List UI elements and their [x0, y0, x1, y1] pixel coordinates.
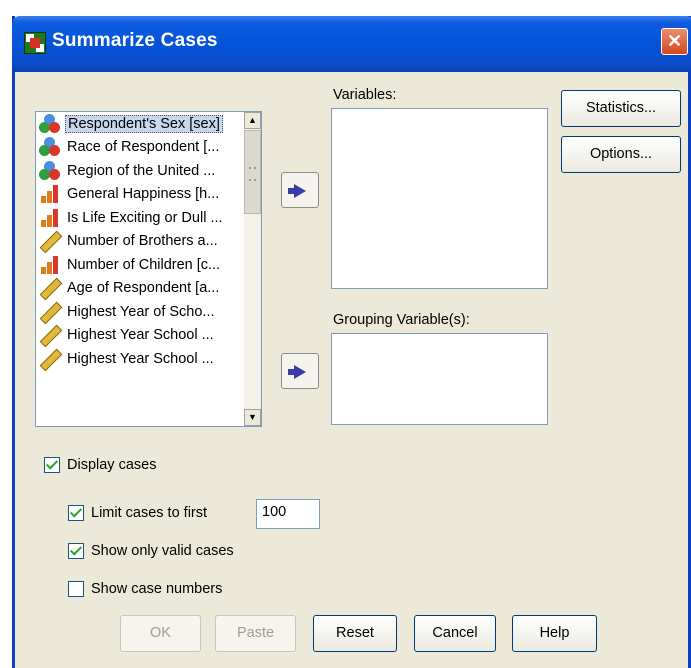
- scroll-up-button[interactable]: ▲: [244, 112, 261, 129]
- grouping-variables-list[interactable]: [331, 333, 548, 425]
- scale-icon: [39, 348, 63, 371]
- variable-list-item[interactable]: Number of Brothers a...: [36, 230, 246, 253]
- display-cases-label: Display cases: [67, 457, 157, 473]
- ok-button[interactable]: OK: [120, 615, 201, 652]
- checkbox-icon: [68, 505, 84, 521]
- variable-label: Race of Respondent [...: [67, 139, 220, 156]
- options-button[interactable]: Options...: [561, 136, 681, 173]
- reset-button[interactable]: Reset: [313, 615, 397, 652]
- ordinal-icon: [39, 184, 61, 204]
- window-title: Summarize Cases: [52, 30, 218, 51]
- variable-list-item[interactable]: Is Life Exciting or Dull ...: [36, 206, 246, 230]
- title-bar[interactable]: Summarize Cases ✕: [12, 16, 691, 72]
- app-icon: [24, 32, 46, 54]
- variable-list-item[interactable]: Highest Year School ...: [36, 324, 246, 347]
- scale-icon: [39, 277, 63, 300]
- move-to-variables-button[interactable]: [281, 172, 319, 208]
- source-variable-list[interactable]: Respondent's Sex [sex] Race of Respondent…: [35, 111, 262, 427]
- scroll-thumb[interactable]: [244, 130, 261, 214]
- ordinal-icon: [39, 255, 61, 275]
- variable-items: Respondent's Sex [sex] Race of Respondent…: [36, 112, 246, 371]
- limit-cases-checkbox[interactable]: Limit cases to first: [68, 505, 207, 521]
- variable-label: General Happiness [h...: [67, 186, 220, 203]
- cancel-button[interactable]: Cancel: [414, 615, 496, 652]
- nominal-icon: [39, 137, 61, 157]
- scroll-down-button[interactable]: ▼: [244, 409, 261, 426]
- help-button[interactable]: Help: [512, 615, 597, 652]
- variable-label: Number of Children [c...: [67, 256, 221, 273]
- vertical-scrollbar[interactable]: ▲ ▼: [244, 112, 261, 426]
- variable-label: Number of Brothers a...: [67, 233, 218, 250]
- app-icon-mark: [30, 38, 40, 48]
- variable-label: Highest Year School ...: [67, 327, 214, 344]
- dialog-body: Respondent's Sex [sex] Race of Respondent…: [15, 72, 688, 668]
- case-numbers-label: Show case numbers: [91, 581, 223, 597]
- grouping-label: Grouping Variable(s):: [333, 312, 470, 328]
- right-arrow-icon: [294, 365, 306, 379]
- nominal-icon: [39, 113, 61, 134]
- variables-list[interactable]: [331, 108, 548, 289]
- limit-cases-label: Limit cases to first: [91, 505, 208, 521]
- right-arrow-icon: [294, 184, 306, 198]
- display-cases-checkbox[interactable]: Display cases: [44, 457, 156, 473]
- variable-label: Highest Year of Scho...: [67, 303, 215, 320]
- checkbox-icon: [44, 457, 60, 473]
- valid-only-label: Show only valid cases: [91, 543, 234, 559]
- limit-cases-input[interactable]: 100: [256, 499, 320, 529]
- move-to-grouping-button[interactable]: [281, 353, 319, 389]
- variables-label: Variables:: [333, 87, 397, 103]
- valid-only-checkbox[interactable]: Show only valid cases: [68, 543, 234, 559]
- statistics-button[interactable]: Statistics...: [561, 90, 681, 127]
- variable-list-item[interactable]: Respondent's Sex [sex]: [36, 112, 246, 136]
- summarize-cases-dialog: Summarize Cases ✕ Respondent's Sex [sex]…: [12, 16, 691, 668]
- variable-label: Is Life Exciting or Dull ...: [67, 209, 223, 226]
- variable-list-item[interactable]: Age of Respondent [a...: [36, 277, 246, 300]
- scroll-grip-icon: [249, 167, 256, 181]
- ordinal-icon: [39, 208, 61, 228]
- variable-list-item[interactable]: Number of Children [c...: [36, 253, 246, 277]
- variable-list-item[interactable]: General Happiness [h...: [36, 183, 246, 207]
- variable-label: Region of the United ...: [67, 162, 216, 179]
- variable-list-item[interactable]: Highest Year School ...: [36, 347, 246, 371]
- scale-icon: [39, 301, 63, 324]
- variable-list-item[interactable]: Race of Respondent [...: [36, 136, 246, 160]
- variable-list-item[interactable]: Region of the United ...: [36, 159, 246, 183]
- close-button[interactable]: ✕: [661, 28, 688, 55]
- nominal-icon: [39, 160, 61, 181]
- variable-label: Age of Respondent [a...: [67, 280, 220, 297]
- scale-icon: [39, 324, 63, 347]
- scale-icon: [39, 230, 63, 253]
- case-numbers-checkbox[interactable]: Show case numbers: [68, 581, 222, 597]
- variable-label: Respondent's Sex [sex]: [65, 114, 223, 133]
- variable-label: Highest Year School ...: [67, 350, 214, 367]
- paste-button[interactable]: Paste: [215, 615, 296, 652]
- checkbox-icon: [68, 543, 84, 559]
- checkbox-icon: [68, 581, 84, 597]
- variable-list-item[interactable]: Highest Year of Scho...: [36, 300, 246, 324]
